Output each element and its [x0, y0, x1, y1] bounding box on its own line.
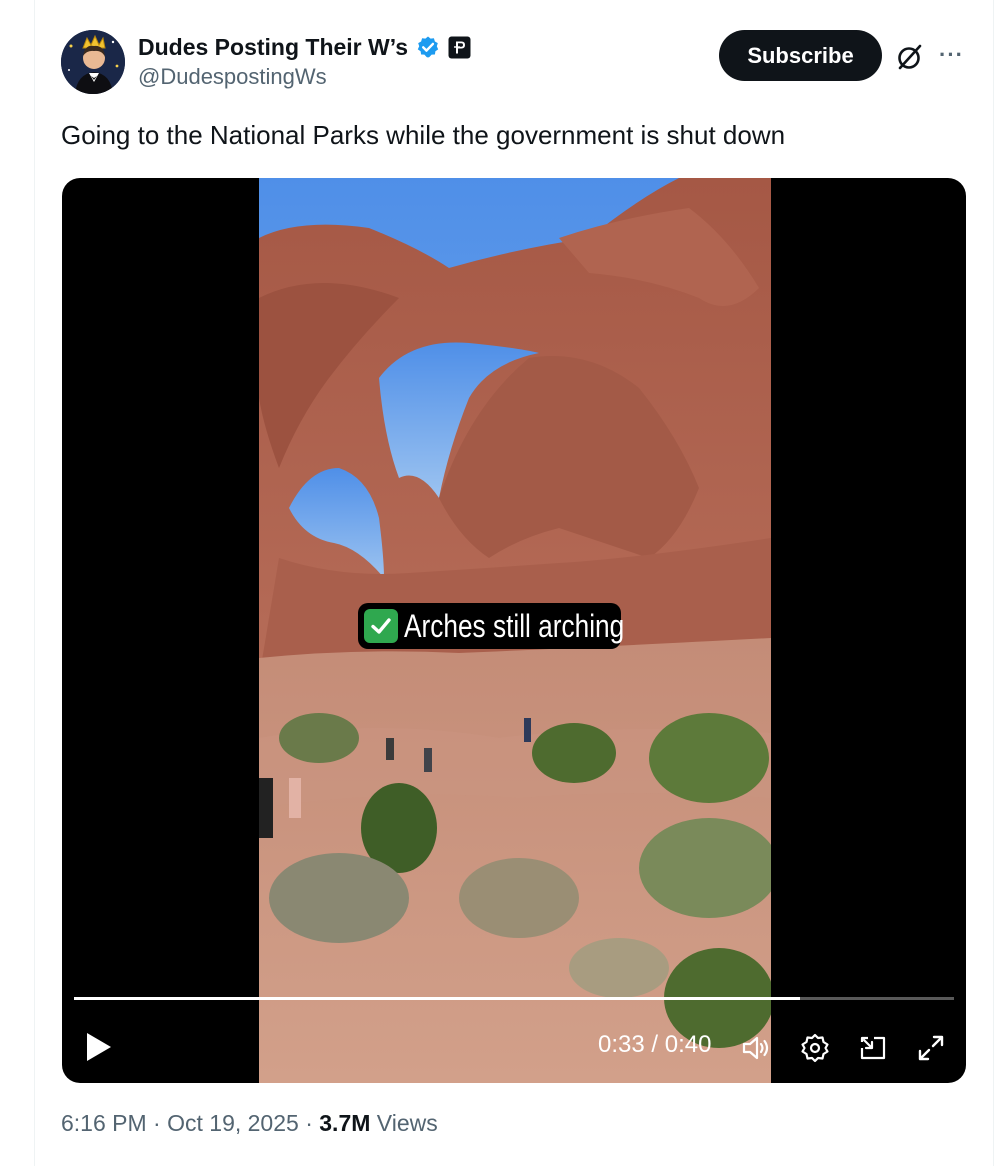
picture-in-picture-icon[interactable] [858, 1032, 890, 1064]
volume-icon[interactable] [740, 1032, 772, 1064]
tweet-time[interactable]: 6:16 PM [61, 1110, 147, 1136]
views-count: 3.7M [319, 1110, 371, 1136]
video-player[interactable]: Arches still arching 0:33 / 0:40 [62, 178, 966, 1083]
play-icon[interactable] [84, 1031, 114, 1063]
video-progress-bar[interactable] [74, 997, 954, 1000]
more-icon[interactable]: ··· [939, 44, 965, 66]
video-caption: Arches still arching [358, 603, 625, 649]
caption-text: Arches still arching [404, 607, 625, 644]
author-handle[interactable]: @DudespostingWs [138, 64, 327, 90]
affiliate-p-icon[interactable] [448, 36, 471, 59]
subscribe-button[interactable]: Subscribe [719, 30, 882, 81]
tweet-meta: 6:16 PM · Oct 19, 2025 · 3.7M Views [61, 1110, 438, 1137]
video-time: 0:33 / 0:40 [598, 1031, 712, 1058]
grok-icon[interactable] [895, 42, 925, 72]
verified-badge-icon[interactable] [416, 35, 440, 59]
timeline-right-border [993, 0, 994, 1166]
tweet-text: Going to the National Parks while the go… [61, 120, 786, 150]
meta-separator: · [305, 1110, 313, 1136]
views-label: Views [376, 1110, 438, 1136]
author-name-row: Dudes Posting Their W’s [138, 32, 471, 62]
video-progress-fill [74, 997, 800, 1000]
tweet-date[interactable]: Oct 19, 2025 [167, 1110, 299, 1136]
timeline-left-border [34, 0, 35, 1166]
settings-icon[interactable] [799, 1032, 831, 1064]
check-mark-icon [364, 609, 398, 643]
meta-separator: · [153, 1110, 161, 1136]
display-name[interactable]: Dudes Posting Their W’s [138, 34, 408, 61]
fullscreen-icon[interactable] [915, 1032, 947, 1064]
avatar[interactable] [61, 30, 125, 94]
